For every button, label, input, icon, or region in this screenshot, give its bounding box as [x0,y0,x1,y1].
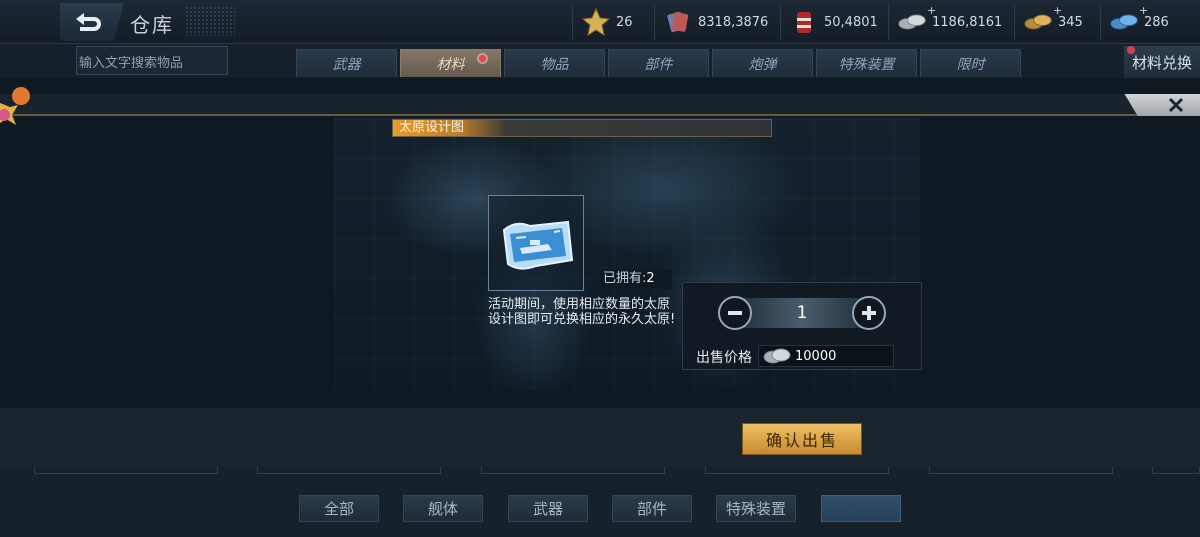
material-exchange-button[interactable]: 材料兑换 [1124,46,1200,78]
filter-other[interactable]: 其他 [821,495,901,522]
add-silver-icon[interactable]: + [927,4,936,17]
filter-all[interactable]: 全部 [299,495,379,522]
resource-star[interactable]: 26 [572,4,633,40]
quantity-value: 1 [734,298,870,328]
search-input[interactable]: 输入文字搜索物品 [76,46,228,75]
close-icon [1168,97,1184,113]
decrease-button[interactable] [718,296,752,330]
item-slot[interactable] [481,466,665,474]
silver-coins-icon [759,347,795,365]
add-diamond-icon[interactable]: + [1139,4,1148,17]
item-slot[interactable] [1152,466,1200,474]
increase-button[interactable] [852,296,886,330]
back-button[interactable] [60,3,124,41]
blueprint-icon [502,220,574,270]
tab-label: 物品 [540,56,569,73]
resource-value: 8318,3876 [698,14,769,30]
page-title: 仓库 [130,13,174,37]
modal-header-strip [0,94,1200,116]
owned-number: 2 [646,271,655,286]
modal-footer [0,408,1200,468]
notification-dot [1127,46,1135,54]
item-slot[interactable] [257,466,441,474]
bottom-filter-area [0,468,1200,537]
tab-special-devices[interactable]: 特殊装置 [816,49,917,77]
filter-parts[interactable]: 部件 [612,495,692,522]
tab-label: 炮弹 [748,56,777,73]
resource-value: 1186,8161 [932,14,1003,30]
tab-label: 材料 [436,56,465,73]
tab-label: 武器 [332,56,361,73]
blue-gem-icon [1109,7,1139,37]
tab-label: 特殊装置 [838,56,895,73]
sell-price-value: 10000 [795,348,837,364]
tab-items[interactable]: 物品 [504,49,605,77]
sell-price-label: 出售价格 [696,350,752,366]
top-bar: 仓库 26 8318,3876 50,4801 + 1186,8161 + 34… [0,0,1200,44]
cards-icon [663,7,693,37]
filter-special-devices[interactable]: 特殊装置 [716,495,796,522]
resource-fuel[interactable]: 50,4801 [780,4,878,40]
add-gold-icon[interactable]: + [1053,4,1062,17]
back-arrow-icon [76,13,101,31]
item-slot[interactable] [705,466,889,474]
filter-hull[interactable]: 舰体 [403,495,483,522]
confirm-sell-button[interactable]: 确认出售 [742,423,862,455]
owned-label: 已拥有: [603,271,647,286]
tab-label: 限时 [956,56,985,73]
fuel-barrel-icon [789,7,819,37]
tab-weapons[interactable]: 武器 [296,49,397,77]
minus-icon [728,311,742,315]
notification-dot [477,53,488,64]
item-slot[interactable] [929,466,1113,474]
filter-weapons[interactable]: 武器 [508,495,588,522]
item-name-bar: 太原设计图 [392,119,772,137]
resource-gold[interactable]: + 345 [1014,4,1083,40]
tab-limited[interactable]: 限时 [920,49,1021,77]
silver-coins-icon [897,7,927,37]
resource-cards[interactable]: 8318,3876 [654,4,768,40]
tab-label: 部件 [644,56,673,73]
plus-icon [862,306,876,320]
resource-value: 26 [616,14,633,30]
owned-count: 已拥有:2 [600,269,672,289]
tab-shells[interactable]: 炮弹 [712,49,813,77]
item-slot[interactable] [34,466,218,474]
exchange-label: 材料兑换 [1131,53,1192,72]
title-decoration [185,6,235,36]
resource-value: 50,4801 [824,14,878,30]
item-description: 活动期间，使用相应数量的太原设计图即可兑换相应的永久太原! [488,297,676,327]
gold-coins-icon [1023,7,1053,37]
event-badge-icon[interactable] [0,85,34,141]
sell-price-box: 10000 [758,345,894,367]
tab-materials[interactable]: 材料 [400,49,501,77]
star-icon [581,7,611,37]
tab-parts[interactable]: 部件 [608,49,709,77]
item-icon-frame [488,195,584,291]
resource-diamond[interactable]: + 286 [1100,4,1169,40]
resource-silver[interactable]: + 1186,8161 [888,4,1002,40]
